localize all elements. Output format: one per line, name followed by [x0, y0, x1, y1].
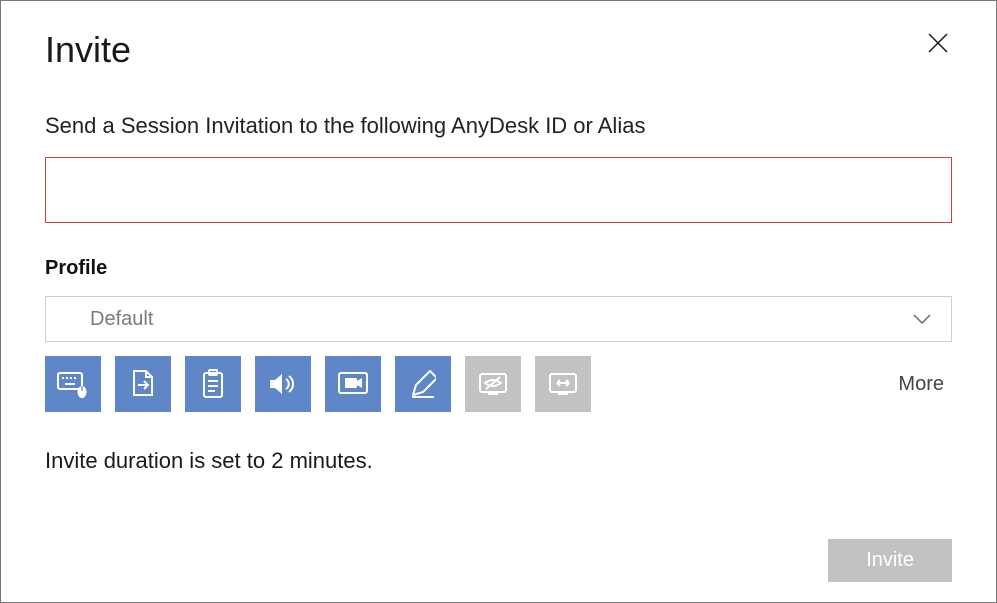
close-button[interactable]	[924, 29, 952, 57]
profile-value: Default	[90, 308, 153, 331]
keyboard-mouse-icon	[57, 370, 89, 398]
privacy-icon	[477, 371, 509, 397]
permission-keyboard-mouse[interactable]	[45, 356, 101, 412]
more-link[interactable]: More	[898, 373, 952, 396]
file-transfer-icon	[130, 369, 156, 399]
dialog-title: Invite	[45, 29, 952, 71]
anydesk-id-input[interactable]	[45, 157, 952, 223]
audio-icon	[268, 371, 298, 397]
permission-switch-sides[interactable]	[535, 356, 591, 412]
permissions-toolbar: More	[45, 356, 952, 412]
permission-privacy[interactable]	[465, 356, 521, 412]
profile-select[interactable]: Default	[45, 296, 952, 342]
duration-text: Invite duration is set to 2 minutes.	[45, 448, 952, 474]
permission-draw[interactable]	[395, 356, 451, 412]
invite-button[interactable]: Invite	[828, 539, 952, 582]
permission-audio[interactable]	[255, 356, 311, 412]
close-icon	[927, 32, 949, 54]
permission-video[interactable]	[325, 356, 381, 412]
clipboard-icon	[201, 369, 225, 399]
draw-icon	[410, 370, 436, 398]
switch-sides-icon	[547, 371, 579, 397]
chevron-down-icon	[913, 314, 931, 324]
permission-clipboard[interactable]	[185, 356, 241, 412]
profile-label: Profile	[45, 257, 952, 280]
video-icon	[337, 371, 369, 397]
permission-file-transfer[interactable]	[115, 356, 171, 412]
instruction-text: Send a Session Invitation to the followi…	[45, 113, 952, 139]
